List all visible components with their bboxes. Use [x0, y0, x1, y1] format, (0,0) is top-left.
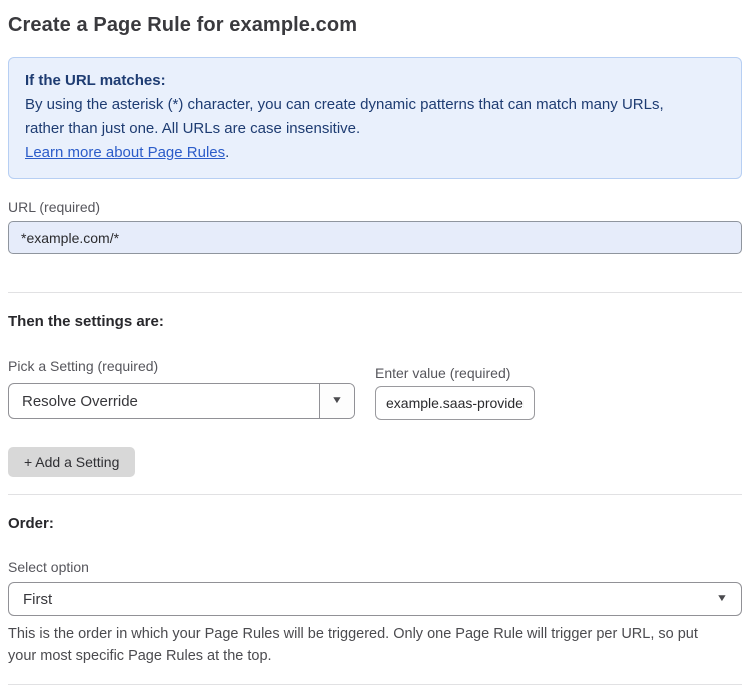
add-setting-button[interactable]: + Add a Setting	[8, 447, 136, 477]
setting-select[interactable]: Resolve Override ▼	[8, 383, 355, 419]
setting-row: Pick a Setting (required) Resolve Overri…	[8, 358, 742, 420]
enter-value-column: Enter value (required)	[375, 365, 535, 420]
order-select-label: Select option	[8, 559, 89, 575]
order-section-heading: Order:	[8, 515, 54, 532]
section-divider	[8, 494, 742, 495]
setting-value-input[interactable]	[375, 386, 535, 420]
order-help-text: This is the order in which your Page Rul…	[8, 626, 698, 664]
footer-divider	[8, 684, 742, 685]
chevron-down-icon: ▼	[330, 395, 344, 406]
url-input[interactable]	[8, 221, 742, 254]
order-select[interactable]: First ▼	[8, 582, 742, 616]
order-select-value: First	[23, 590, 53, 608]
enter-value-label: Enter value (required)	[375, 365, 511, 381]
section-divider	[8, 292, 742, 293]
pick-setting-column: Pick a Setting (required) Resolve Overri…	[8, 358, 355, 419]
setting-select-value: Resolve Override	[22, 392, 138, 410]
info-box-body: By using the asterisk (*) character, you…	[25, 96, 664, 137]
page-title: Create a Page Rule for example.com	[8, 14, 358, 36]
info-box-heading: If the URL matches:	[25, 72, 166, 89]
learn-more-link[interactable]: Learn more about Page Rules	[25, 144, 225, 161]
settings-section-heading: Then the settings are:	[8, 313, 164, 330]
link-suffix-text: .	[225, 144, 230, 161]
info-box-link-line: Learn more about Page Rules.	[25, 141, 725, 165]
chevron-down-icon: ▼	[715, 593, 729, 604]
setting-select-arrow-button[interactable]: ▼	[319, 384, 354, 418]
pick-setting-label: Pick a Setting (required)	[8, 358, 159, 374]
url-match-info-box: If the URL matches: By using the asteris…	[8, 57, 742, 179]
url-field-label: URL (required)	[8, 199, 101, 215]
create-page-rule-panel: Create a Page Rule for example.com If th…	[0, 0, 750, 691]
